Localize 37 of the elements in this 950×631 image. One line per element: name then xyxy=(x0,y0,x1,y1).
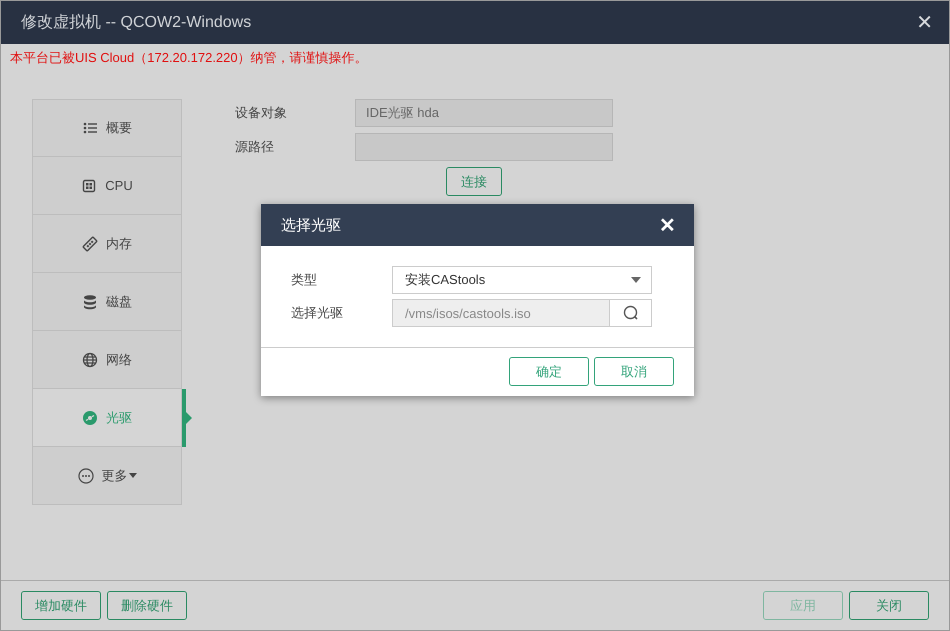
input-field[interactable]: IDE光驱 hda xyxy=(355,99,613,127)
window-title: 修改虚拟机 -- QCOW2-Windows xyxy=(21,12,252,33)
database-icon xyxy=(82,294,98,310)
field-label: 源路径 xyxy=(235,138,275,156)
search-button[interactable] xyxy=(610,299,652,327)
sidebar-item[interactable]: 概要 xyxy=(32,99,182,157)
dialog-button[interactable]: 取消 xyxy=(594,357,674,386)
field-label: 设备对象 xyxy=(235,104,288,122)
dialog-button[interactable]: 确定 xyxy=(509,357,589,386)
dialog-title: 选择光驱 xyxy=(281,216,342,234)
warning-notice: 本平台已被UIS Cloud（172.20.172.220）纳管，请谨慎操作。 xyxy=(9,49,369,67)
disc-icon xyxy=(82,410,98,426)
sidebar-item[interactable]: 磁盘 xyxy=(32,273,182,331)
sidebar-item[interactable]: 光驱 xyxy=(32,389,182,447)
sidebar-item[interactable]: 内存 xyxy=(32,215,182,273)
list-icon xyxy=(82,120,98,136)
field-label: 选择光驱 xyxy=(291,304,344,322)
sidebar-item[interactable]: 更多 xyxy=(32,447,182,505)
globe-icon xyxy=(82,352,98,368)
type-dropdown[interactable]: 安装CAStools xyxy=(392,266,652,294)
field-label: 类型 xyxy=(291,271,318,289)
path-field[interactable]: /vms/isos/castools.iso xyxy=(392,299,610,327)
caret-icon xyxy=(631,277,641,283)
ellipsis-circle-icon xyxy=(78,468,94,484)
sidebar-item[interactable]: 网络 xyxy=(32,331,182,389)
footer-button[interactable]: 增加硬件 xyxy=(21,591,101,620)
search-icon xyxy=(622,305,638,321)
close-button[interactable]: ✕ xyxy=(659,212,676,238)
memory-stick-icon xyxy=(82,236,98,252)
sidebar-item[interactable]: CPU xyxy=(32,157,182,215)
connect-button[interactable]: 连接 xyxy=(446,167,502,196)
close-button[interactable]: ✕ xyxy=(912,10,937,35)
selection-indicator xyxy=(182,389,192,447)
footer-button[interactable]: 关闭 xyxy=(849,591,929,620)
footer-button[interactable]: 删除硬件 xyxy=(107,591,187,620)
chip-icon xyxy=(81,178,98,194)
input-field[interactable] xyxy=(355,133,613,161)
